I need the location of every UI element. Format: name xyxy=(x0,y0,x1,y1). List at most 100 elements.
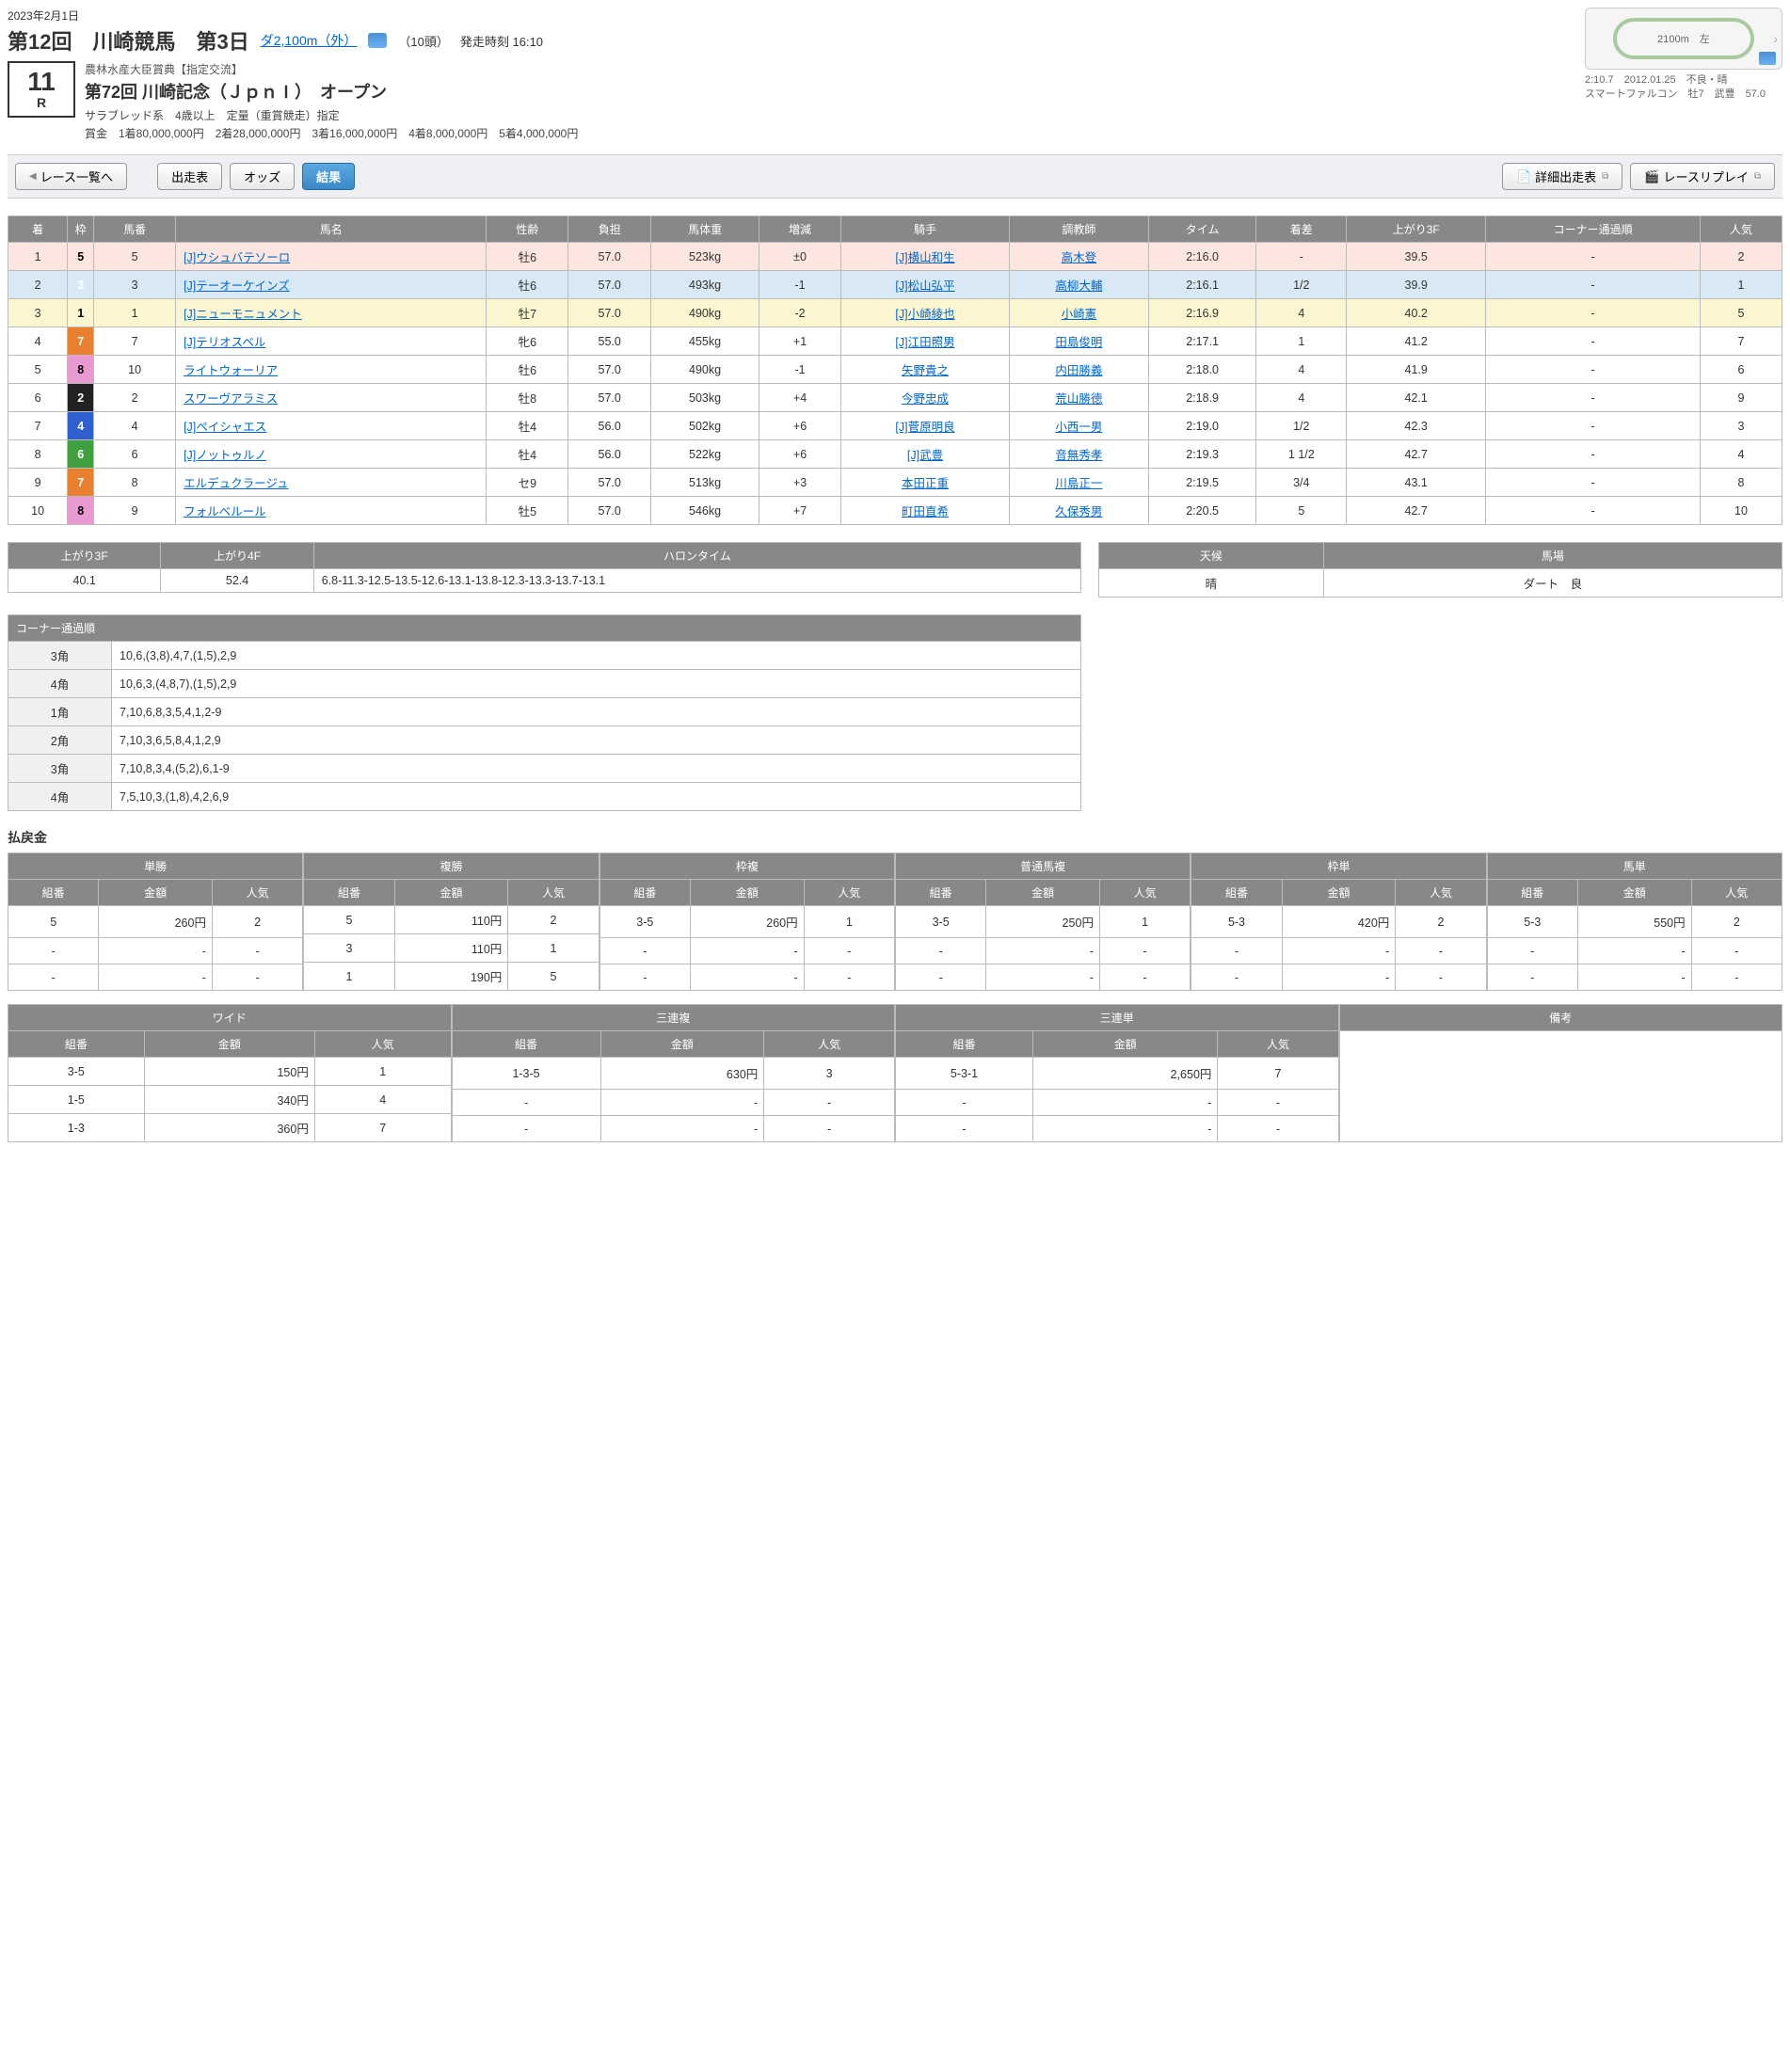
payout-row: --- xyxy=(1191,938,1486,964)
u3f-value: 40.1 xyxy=(8,569,161,593)
payout-row: 3-5260円1 xyxy=(599,906,894,938)
payout-row: 1190円5 xyxy=(304,963,599,991)
payout-row: --- xyxy=(1487,964,1782,991)
link[interactable]: 荒山勝徳 xyxy=(1055,392,1102,406)
link[interactable]: エルデュクラージュ xyxy=(184,477,288,490)
payout-table: 普通馬複組番金額人気3-5250円1------ xyxy=(895,853,1191,991)
halon-times: 6.8-11.3-12.5-13.5-12.6-13.1-13.8-12.3-1… xyxy=(313,569,1080,593)
record-line-1: 2:10.7 2012.01.25 不良・晴 xyxy=(1585,73,1782,88)
payout-row: --- xyxy=(599,964,894,991)
detail-entry-button[interactable]: 詳細出走表⧉ xyxy=(1502,163,1622,190)
back-button[interactable]: レース一覧へ xyxy=(15,163,127,190)
record-line-2: スマートファルコン 牡7 武豊 57.0 xyxy=(1585,88,1782,102)
link[interactable]: 高柳大輔 xyxy=(1055,279,1102,293)
u4f-value: 52.4 xyxy=(161,569,313,593)
link[interactable]: [J]江田照男 xyxy=(895,336,954,349)
link[interactable]: 本田正重 xyxy=(902,477,949,490)
nav-bar: レース一覧へ 出走表 オッズ 結果 詳細出走表⧉ レースリプレイ⧉ xyxy=(8,154,1782,199)
payout-title: 払戻金 xyxy=(8,828,1782,847)
link[interactable]: ライトウォーリア xyxy=(184,364,278,377)
result-row: 311[J]ニューモニュメント牡757.0490kg-2[J]小崎綾也小崎憲2:… xyxy=(8,299,1782,327)
start-time: 発走時刻 16:10 xyxy=(460,32,543,50)
corner-table: コーナー通過順 3角10,6,(3,8),4,7,(1,5),2,94角10,6… xyxy=(8,614,1081,811)
payout-table: ワイド組番金額人気3-5150円11-5340円41-3360円7 xyxy=(8,1004,452,1142)
payout-table: 複勝組番金額人気5110円23110円11190円5 xyxy=(303,853,599,991)
corner-row: 2角7,10,3,6,5,8,4,1,2,9 xyxy=(8,726,1081,755)
link[interactable]: [J]テーオーケインズ xyxy=(184,279,290,293)
track-map[interactable]: 2100m 左 › xyxy=(1585,8,1782,70)
link[interactable]: 小西一男 xyxy=(1055,421,1102,434)
link[interactable]: 矢野貴之 xyxy=(902,364,949,377)
payout-row: 1-5340円4 xyxy=(8,1086,452,1114)
payout-row: --- xyxy=(8,964,303,991)
replay-button[interactable]: レースリプレイ⧉ xyxy=(1630,163,1775,190)
play-icon xyxy=(1644,169,1659,184)
race-subtitle: 農林水産大臣賞典【指定交流】 xyxy=(85,61,1575,77)
race-name: 第72回 川崎記念（ＪｐｎⅠ） オープン xyxy=(85,79,1575,104)
course-link[interactable]: ダ2,100m（外） xyxy=(261,31,358,50)
race-header: 2023年2月1日 第12回 川崎競馬 第3日 ダ2,100m（外） （10頭）… xyxy=(8,8,1782,143)
corner-row: 1角7,10,6,8,3,5,4,1,2-9 xyxy=(8,698,1081,726)
link[interactable]: 小崎憲 xyxy=(1062,308,1097,321)
halon-table: 上がり3F 上がり4F ハロンタイム 40.1 52.4 6.8-11.3-12… xyxy=(8,542,1081,593)
result-row: 1089フォルベルール牡557.0546kg+7町田直希久保秀男2:20.554… xyxy=(8,497,1782,525)
payout-row: --- xyxy=(896,1090,1339,1116)
prize-money: 賞金 1着80,000,000円 2着28,000,000円 3着16,000,… xyxy=(85,125,1575,143)
link[interactable]: 久保秀男 xyxy=(1055,505,1102,518)
link[interactable]: [J]松山弘平 xyxy=(895,279,954,293)
link[interactable]: [J]ノットゥルノ xyxy=(184,449,266,462)
payout-row: 3110円1 xyxy=(304,934,599,963)
link[interactable]: 今野忠成 xyxy=(902,392,949,406)
payout-table: 三連単組番金額人気5-3-12,650円7------ xyxy=(895,1004,1339,1142)
track-value: ダート 良 xyxy=(1323,569,1782,598)
race-class: サラブレッド系 4歳以上 定量（重賞競走）指定 xyxy=(85,107,1575,125)
condition-table: 天候 馬場 晴 ダート 良 xyxy=(1098,542,1782,598)
payout-row: --- xyxy=(896,1116,1339,1142)
corner-row: 3角10,6,(3,8),4,7,(1,5),2,9 xyxy=(8,642,1081,670)
entry-tab[interactable]: 出走表 xyxy=(157,163,222,190)
link[interactable]: [J]ペイシャエス xyxy=(184,421,266,434)
payout-row: --- xyxy=(8,938,303,964)
corner-row: 3角7,10,8,3,4,(5,2),6,1-9 xyxy=(8,755,1081,783)
payout-row: 5110円2 xyxy=(304,906,599,934)
result-tab[interactable]: 結果 xyxy=(302,163,355,190)
payout-table: 単勝組番金額人気5260円2------ xyxy=(8,853,303,991)
result-row: 477[J]テリオスベル牝655.0455kg+1[J]江田照男田島俊明2:17… xyxy=(8,327,1782,356)
payout-row: 3-5150円1 xyxy=(8,1058,452,1086)
link[interactable]: スワーヴアラミス xyxy=(184,392,278,406)
payout-group-1: 単勝組番金額人気5260円2------複勝組番金額人気5110円23110円1… xyxy=(8,853,1782,991)
link[interactable]: 町田直希 xyxy=(902,505,949,518)
link[interactable]: 内田勝義 xyxy=(1055,364,1102,377)
payout-row: 1-3360円7 xyxy=(8,1114,452,1142)
race-date: 2023年2月1日 xyxy=(8,8,1575,24)
link[interactable]: [J]ニューモニュメント xyxy=(184,308,302,321)
link[interactable]: [J]ウシュバテソーロ xyxy=(184,251,290,264)
payout-table: 備考 xyxy=(1339,1004,1783,1142)
payout-row: 3-5250円1 xyxy=(895,906,1190,938)
link[interactable]: [J]武豊 xyxy=(907,449,943,462)
odds-tab[interactable]: オッズ xyxy=(230,163,295,190)
document-icon xyxy=(1516,169,1531,184)
link[interactable]: [J]横山和生 xyxy=(895,251,954,264)
link[interactable]: 高木登 xyxy=(1062,251,1097,264)
result-row: 5810ライトウォーリア牡657.0490kg-1矢野貴之内田勝義2:18.04… xyxy=(8,356,1782,384)
payout-row: 5-3-12,650円7 xyxy=(896,1058,1339,1090)
link[interactable]: 音無秀孝 xyxy=(1055,449,1102,462)
result-row: 866[J]ノットゥルノ牡456.0522kg+6[J]武豊音無秀孝2:19.3… xyxy=(8,440,1782,469)
result-row: 744[J]ペイシャエス牡456.0502kg+6[J]菅原明良小西一男2:19… xyxy=(8,412,1782,440)
link[interactable]: [J]テリオスベル xyxy=(184,336,265,349)
link[interactable]: [J]小崎綾也 xyxy=(895,308,954,321)
payout-row: 5260円2 xyxy=(8,906,303,938)
payout-row: --- xyxy=(895,964,1190,991)
payout-table: 三連複組番金額人気1-3-5630円3------ xyxy=(452,1004,896,1142)
payout-table: 枠複組番金額人気3-5260円1------ xyxy=(599,853,895,991)
track-label: 2100m 左 xyxy=(1613,18,1754,59)
link[interactable]: [J]菅原明良 xyxy=(895,421,954,434)
corner-row: 4角7,5,10,3,(1,8),4,2,6,9 xyxy=(8,783,1081,811)
link[interactable]: 田島俊明 xyxy=(1055,336,1102,349)
race-number: 11 xyxy=(27,69,56,95)
link[interactable]: 川島正一 xyxy=(1055,477,1102,490)
chevron-right-icon[interactable]: › xyxy=(1773,31,1778,46)
result-row: 155[J]ウシュバテソーロ牡657.0523kg±0[J]横山和生高木登2:1… xyxy=(8,243,1782,271)
link[interactable]: フォルベルール xyxy=(184,505,266,518)
